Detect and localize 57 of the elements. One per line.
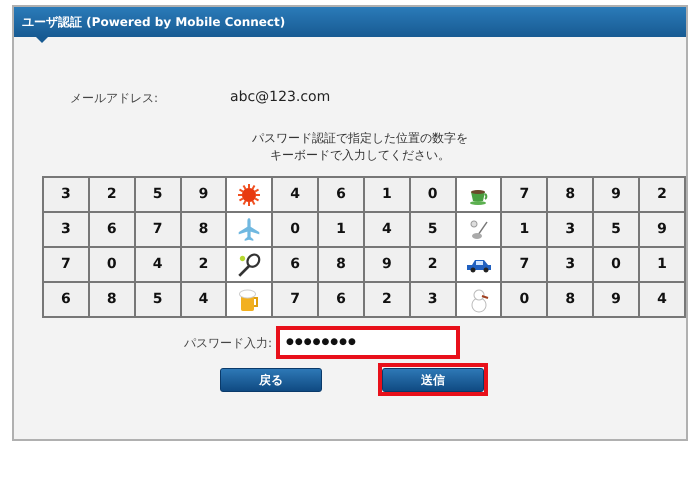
digit-cell: 2 [180,247,226,282]
digit-cell: 2 [638,177,685,212]
digit-cell: 1 [318,212,364,247]
dialog-button[interactable]: 戻る [220,368,322,392]
digit-cell: 0 [410,177,456,212]
digit-cell: 3 [43,212,89,247]
digit-cell: 6 [272,247,318,282]
digit-cell: 3 [547,247,594,282]
instruction-text: パスワード認証で指定した位置の数字を [252,130,468,147]
digit-cell: 7 [501,177,548,212]
digit-cell: 6 [88,212,135,247]
digit-cell: 0 [272,212,318,247]
email-label: メールアドレス: [70,90,160,106]
digit-cell: 5 [593,212,639,247]
digit-cell: 7 [43,247,89,282]
digit-cell: 4 [134,247,181,282]
digit-cell: 8 [180,212,226,247]
digit-cell: 1 [638,247,685,282]
digit-cell: 6 [318,282,364,317]
digit-cell: 8 [547,177,594,212]
digit-cell: 4 [180,282,226,317]
instruction-text: キーボードで入力してください。 [270,147,450,164]
digit-cell: 0 [501,282,548,317]
digit-cell: 8 [318,247,364,282]
digit-cell: 5 [410,212,456,247]
digit-cell: 2 [88,177,135,212]
digit-cell: 4 [364,212,410,247]
digit-cell: 0 [593,247,639,282]
digit-cell: 9 [593,282,639,317]
digit-cell: 1 [364,177,410,212]
digit-cell: 3 [43,177,89,212]
digit-cell: 4 [272,177,318,212]
digit-cell: 2 [364,282,410,317]
digit-cell: 1 [501,212,548,247]
digit-cell: 7 [501,247,548,282]
window-title: ユーザ認証 (Powered by Mobile Connect) [22,14,286,31]
digit-cell: 8 [88,282,135,317]
dialog-button[interactable]: 送信 [382,368,484,392]
digit-cell: 3 [410,282,456,317]
email-value: abc@123.com [230,88,330,107]
digit-cell: 5 [134,282,181,317]
password-label: パスワード入力: [184,334,272,352]
digit-cell: 2 [410,247,456,282]
digit-cell: 9 [180,177,226,212]
digit-cell: 9 [593,177,639,212]
digit-cell: 8 [547,282,594,317]
digit-cell: 6 [318,177,364,212]
digit-cell: 7 [134,212,181,247]
digit-cell: 0 [88,247,135,282]
digit-cell: 4 [638,282,685,317]
digit-cell: 6 [43,282,89,317]
digit-cell: 7 [272,282,318,317]
password-field[interactable]: ●●●●●●●● [276,326,460,359]
digit-cell: 9 [364,247,410,282]
digit-cell: 3 [547,212,594,247]
digit-cell: 9 [638,212,685,247]
digit-cell: 5 [134,177,181,212]
